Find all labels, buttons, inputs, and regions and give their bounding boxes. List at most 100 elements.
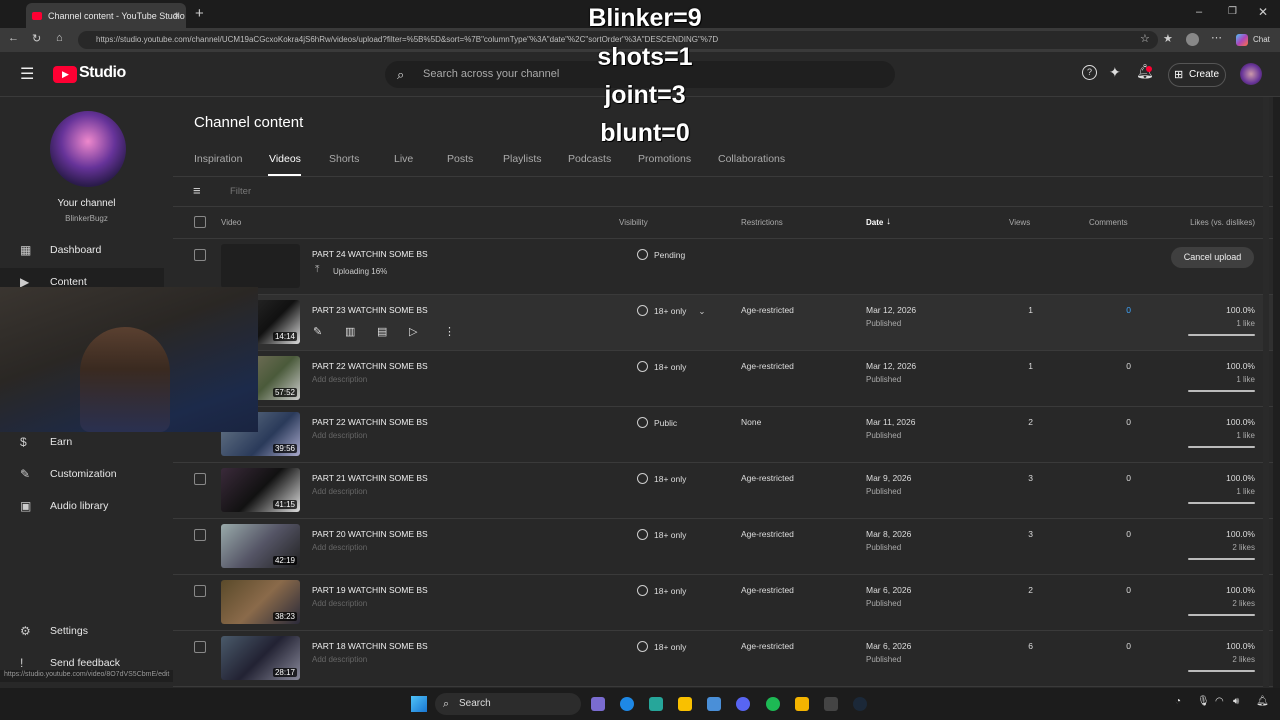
epic-games-icon[interactable] (824, 697, 838, 711)
visibility-cell[interactable]: 18+ only (637, 473, 686, 484)
close-tab-icon[interactable]: × (174, 10, 180, 22)
row-checkbox[interactable] (194, 641, 206, 653)
scrollbar[interactable] (1263, 97, 1269, 688)
row-checkbox[interactable] (194, 473, 206, 485)
hamburger-menu-icon[interactable]: ☰ (20, 64, 34, 84)
table-row[interactable]: 38:23 PART 19 WATCHIN SOME BS Add descri… (173, 575, 1273, 631)
filter-icon[interactable]: ≡ (193, 183, 201, 198)
create-button[interactable]: ⊞ Create (1168, 63, 1226, 87)
volume-icon[interactable]: 🔊︎ (1233, 696, 1239, 707)
sidebar-item-earn[interactable]: $ Earn (0, 428, 164, 456)
browser-tab[interactable]: Channel content - YouTube Studio × (26, 3, 186, 28)
edge-browser-icon[interactable] (620, 697, 634, 711)
row-checkbox[interactable] (194, 249, 206, 261)
reload-icon[interactable]: ↻ (32, 32, 41, 45)
table-row[interactable]: 14:14 PART 23 WATCHIN SOME BS ✎ ▥ ▤ ▷ ⋮ … (173, 295, 1273, 351)
notifications-icon[interactable]: 🔔︎ (1136, 63, 1154, 80)
table-row-uploading[interactable]: PART 24 WATCHIN SOME BS ⤒ Uploading 16% … (173, 239, 1273, 295)
video-title[interactable]: PART 18 WATCHIN SOME BS (312, 641, 428, 651)
table-row[interactable]: 39:56 PART 22 WATCHIN SOME BS Add descri… (173, 407, 1273, 463)
cancel-upload-button[interactable]: Cancel upload (1171, 247, 1254, 268)
options-icon[interactable]: ⋮ (444, 325, 455, 338)
comments-icon[interactable]: ▤ (377, 325, 387, 338)
taskbar-app-icon[interactable] (649, 697, 663, 711)
tab-playlists[interactable]: Playlists (503, 153, 542, 165)
column-header-comments[interactable]: Comments (1089, 218, 1128, 227)
sidebar-item-customization[interactable]: ✎ Customization (0, 460, 164, 488)
video-description[interactable]: Add description (312, 655, 367, 664)
home-icon[interactable]: ⌂ (56, 32, 63, 44)
sidebar-item-settings[interactable]: ⚙ Settings (0, 617, 164, 645)
sparkle-icon[interactable]: ✦ (1109, 64, 1121, 81)
video-title[interactable]: PART 21 WATCHIN SOME BS (312, 473, 428, 483)
video-description[interactable]: Add description (312, 431, 367, 440)
discord-icon[interactable] (736, 697, 750, 711)
visibility-cell[interactable]: 18+ only (637, 361, 686, 372)
help-icon[interactable]: ? (1082, 65, 1097, 80)
select-all-checkbox[interactable] (194, 216, 206, 228)
bookmark-icon[interactable]: ☆ (1140, 32, 1150, 45)
channel-avatar[interactable] (50, 111, 126, 187)
store-icon[interactable] (707, 697, 721, 711)
tab-live[interactable]: Live (394, 153, 413, 165)
spotify-icon[interactable] (766, 697, 780, 711)
video-title[interactable]: PART 24 WATCHIN SOME BS (312, 249, 428, 259)
visibility-cell[interactable]: 18+ only ⌄ (637, 305, 706, 317)
file-explorer-icon[interactable] (678, 697, 692, 711)
table-row[interactable]: 57:52 PART 22 WATCHIN SOME BS Add descri… (173, 351, 1273, 407)
tab-shorts[interactable]: Shorts (329, 153, 359, 165)
video-thumbnail[interactable]: 28:17 (221, 636, 300, 680)
rockstar-icon[interactable] (795, 697, 809, 711)
video-thumbnail[interactable]: 42:19 (221, 524, 300, 568)
video-title[interactable]: PART 23 WATCHIN SOME BS (312, 305, 428, 315)
video-description[interactable]: Add description (312, 487, 367, 496)
filter-input[interactable]: Filter (230, 186, 251, 197)
visibility-cell[interactable]: Public (637, 417, 677, 428)
row-checkbox[interactable] (194, 529, 206, 541)
maximize-icon[interactable]: ❐ (1228, 6, 1237, 17)
microphone-icon[interactable]: 🎙︎ (1197, 696, 1210, 707)
visibility-cell[interactable]: 18+ only (637, 641, 686, 652)
chevron-down-icon[interactable]: ⌄ (698, 306, 705, 316)
chat-label[interactable]: Chat (1253, 35, 1270, 44)
column-header-date[interactable]: Date (866, 218, 883, 227)
studio-logo-text[interactable]: Studio (79, 64, 126, 82)
close-window-icon[interactable]: ✕ (1258, 5, 1268, 19)
video-thumbnail[interactable]: 38:23 (221, 580, 300, 624)
table-row[interactable]: 42:19 PART 20 WATCHIN SOME BS Add descri… (173, 519, 1273, 575)
tab-promotions[interactable]: Promotions (638, 153, 691, 165)
sidebar-item-dashboard[interactable]: ▦ Dashboard (0, 236, 164, 264)
comments-count[interactable]: 0 (1087, 305, 1131, 315)
video-description[interactable]: Add description (312, 599, 367, 608)
youtube-logo-icon[interactable]: ▶ (53, 66, 77, 83)
visibility-cell[interactable]: Pending (637, 249, 685, 260)
tab-inspiration[interactable]: Inspiration (194, 153, 242, 165)
more-menu-icon[interactable]: ⋯ (1211, 31, 1222, 44)
favorites-icon[interactable]: ★ (1163, 32, 1173, 45)
video-title[interactable]: PART 20 WATCHIN SOME BS (312, 529, 428, 539)
table-row[interactable]: 41:15 PART 21 WATCHIN SOME BS Add descri… (173, 463, 1273, 519)
profile-avatar-icon[interactable] (1186, 33, 1199, 46)
column-header-likes[interactable]: Likes (vs. dislikes) (1173, 218, 1255, 227)
sidebar-item-audio-library[interactable]: ▣ Audio library (0, 492, 164, 520)
tab-collaborations[interactable]: Collaborations (718, 153, 785, 165)
table-row[interactable]: 28:17 PART 18 WATCHIN SOME BS Add descri… (173, 631, 1273, 687)
edit-icon[interactable]: ✎ (313, 325, 322, 338)
taskbar-search[interactable]: ⌕ Search (435, 693, 581, 715)
wifi-icon[interactable]: ◠ (1215, 696, 1224, 707)
visibility-cell[interactable]: 18+ only (637, 529, 686, 540)
sort-descending-icon[interactable]: ↓ (886, 216, 891, 227)
video-description[interactable]: Add description (312, 375, 367, 384)
taskbar-app-icon[interactable] (591, 697, 605, 711)
back-icon[interactable]: ← (8, 32, 19, 44)
tab-podcasts[interactable]: Podcasts (568, 153, 611, 165)
video-title[interactable]: PART 19 WATCHIN SOME BS (312, 585, 428, 595)
windows-start-icon[interactable] (411, 696, 427, 712)
video-thumbnail[interactable]: 41:15 (221, 468, 300, 512)
new-tab-icon[interactable]: + (195, 5, 204, 22)
video-description[interactable]: Add description (312, 543, 367, 552)
notifications-tray-icon[interactable]: 🔔︎ (1256, 696, 1269, 707)
youtube-view-icon[interactable]: ▷ (409, 325, 417, 338)
steam-icon[interactable] (853, 697, 867, 711)
copilot-icon[interactable] (1236, 34, 1248, 46)
